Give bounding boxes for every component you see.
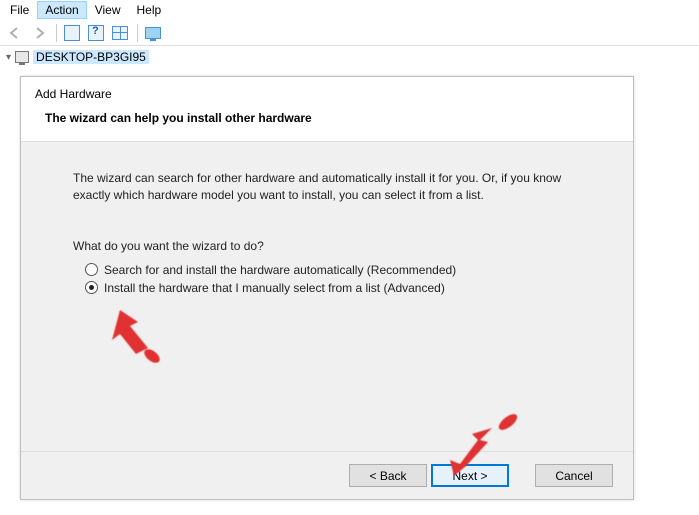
menu-bar: File Action View Help — [0, 0, 699, 20]
wizard-subtitle: The wizard can help you install other ha… — [35, 111, 619, 125]
radio-icon — [85, 263, 98, 276]
radio-label-automatic: Search for and install the hardware auto… — [104, 263, 456, 277]
computer-icon — [15, 51, 29, 63]
radio-label-manual: Install the hardware that I manually sel… — [104, 281, 445, 295]
menu-file[interactable]: File — [2, 1, 37, 19]
toolbar — [0, 20, 699, 46]
arrow-left-icon — [8, 26, 22, 40]
cancel-button[interactable]: Cancel — [535, 464, 613, 487]
tree-node-desktop[interactable]: DESKTOP-BP3GI95 — [33, 50, 149, 64]
wizard-body: The wizard can search for other hardware… — [21, 142, 633, 452]
monitor-icon — [145, 27, 161, 39]
forward-nav-button[interactable] — [28, 22, 50, 44]
add-hardware-wizard: Add Hardware The wizard can help you ins… — [20, 76, 634, 500]
toolbar-separator — [56, 24, 57, 42]
wizard-footer: < Back Next > Cancel — [21, 451, 633, 499]
back-button[interactable]: < Back — [349, 464, 427, 487]
tree-collapse-icon[interactable]: ▾ — [6, 52, 11, 63]
toolbar-separator — [137, 24, 138, 42]
next-button[interactable]: Next > — [431, 464, 509, 487]
toolbar-help-button[interactable] — [85, 22, 107, 44]
wizard-header: Add Hardware The wizard can help you ins… — [21, 77, 633, 142]
wizard-title: Add Hardware — [35, 87, 619, 101]
back-nav-button[interactable] — [4, 22, 26, 44]
radio-icon — [85, 281, 98, 294]
toolbar-monitor-button[interactable] — [142, 22, 164, 44]
panel-icon — [64, 25, 80, 41]
help-icon — [88, 25, 104, 41]
menu-action[interactable]: Action — [37, 1, 86, 19]
toolbar-panel1-button[interactable] — [61, 22, 83, 44]
wizard-question: What do you want the wizard to do? — [73, 239, 593, 253]
toolbar-grid-button[interactable] — [109, 22, 131, 44]
arrow-right-icon — [32, 26, 46, 40]
grid-icon — [112, 26, 128, 40]
radio-option-automatic[interactable]: Search for and install the hardware auto… — [85, 263, 593, 277]
menu-view[interactable]: View — [87, 1, 129, 19]
radio-option-manual[interactable]: Install the hardware that I manually sel… — [85, 281, 593, 295]
wizard-description: The wizard can search for other hardware… — [73, 170, 593, 205]
tree-view: ▾ DESKTOP-BP3GI95 — [0, 46, 699, 68]
menu-help[interactable]: Help — [129, 1, 170, 19]
